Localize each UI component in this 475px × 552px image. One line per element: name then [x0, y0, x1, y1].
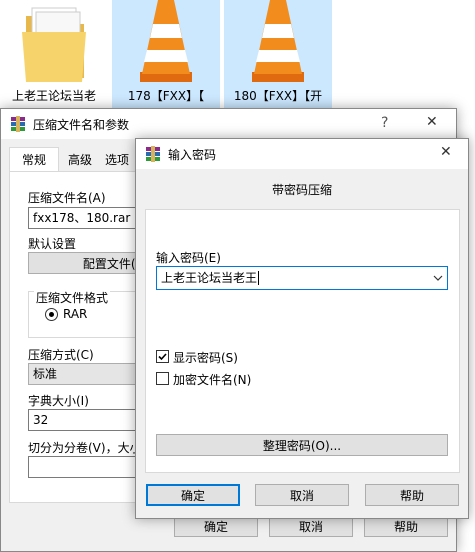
desktop-file-label: 180【FXX】【开: [233, 89, 323, 103]
show-password-checkbox[interactable]: [156, 350, 169, 363]
tab-general[interactable]: 常规: [9, 147, 59, 172]
password-input[interactable]: 上老王论坛当老王: [156, 266, 448, 290]
winrar-icon: [146, 146, 160, 162]
archive-dialog-titlebar[interactable]: 压缩文件名和参数 ? ✕: [1, 109, 456, 139]
vlc-cone-icon: [140, 0, 192, 82]
split-volumes-label: 切分为分卷(V)，大小: [28, 441, 142, 455]
organize-passwords-button[interactable]: 整理密码(O)...: [156, 434, 448, 456]
password-value: 上老王论坛当老王: [161, 271, 258, 285]
text-cursor: [258, 271, 260, 285]
password-dialog-heading: 带密码压缩: [271, 183, 332, 197]
format-group-label: 压缩文件格式: [34, 289, 111, 306]
chevron-down-icon[interactable]: [433, 274, 443, 282]
desktop-file-label: 上老王论坛当老: [11, 89, 96, 103]
tab-advanced[interactable]: 高级: [59, 149, 101, 171]
compression-method-label: 压缩方式(C): [28, 348, 94, 362]
password-ok-button[interactable]: 确定: [146, 484, 240, 506]
password-help-button[interactable]: 帮助: [365, 484, 459, 506]
password-label: 输入密码(E): [156, 251, 221, 265]
password-dialog-titlebar[interactable]: 输入密码 ✕: [136, 139, 468, 169]
password-dialog: 输入密码 ✕ 带密码压缩 输入密码(E) 上老王论坛当老王 显示密码(S) 加密…: [135, 138, 469, 519]
close-icon[interactable]: ✕: [426, 114, 438, 130]
desktop-file-label: 178【FXX】【: [127, 89, 205, 103]
profiles-button-label: 配置文件(F): [82, 257, 148, 271]
close-icon[interactable]: ✕: [440, 144, 452, 160]
desktop-file-vlc-178[interactable]: 178【FXX】【: [112, 0, 220, 108]
winrar-icon: [11, 116, 25, 132]
dictionary-label: 字典大小(I): [28, 394, 89, 408]
encrypt-names-checkbox[interactable]: [156, 372, 169, 385]
radio-dot: [49, 312, 54, 317]
help-icon[interactable]: ?: [381, 115, 388, 131]
desktop-file-folder[interactable]: 上老王论坛当老: [0, 0, 108, 108]
format-rar-label: RAR: [63, 307, 88, 321]
checkmark-icon: [158, 353, 167, 361]
default-settings-label: 默认设置: [28, 237, 77, 251]
format-rar-radio[interactable]: [45, 308, 58, 321]
desktop-file-vlc-180[interactable]: 180【FXX】【开: [224, 0, 332, 108]
password-cancel-button[interactable]: 取消: [255, 484, 349, 506]
vlc-cone-icon: [252, 0, 304, 82]
password-dialog-title: 输入密码: [168, 148, 217, 162]
folder-icon: [22, 7, 86, 82]
encrypt-names-label: 加密文件名(N): [173, 373, 252, 387]
archive-name-label: 压缩文件名(A): [28, 191, 106, 205]
show-password-label: 显示密码(S): [173, 351, 238, 365]
archive-dialog-title: 压缩文件名和参数: [33, 118, 130, 132]
